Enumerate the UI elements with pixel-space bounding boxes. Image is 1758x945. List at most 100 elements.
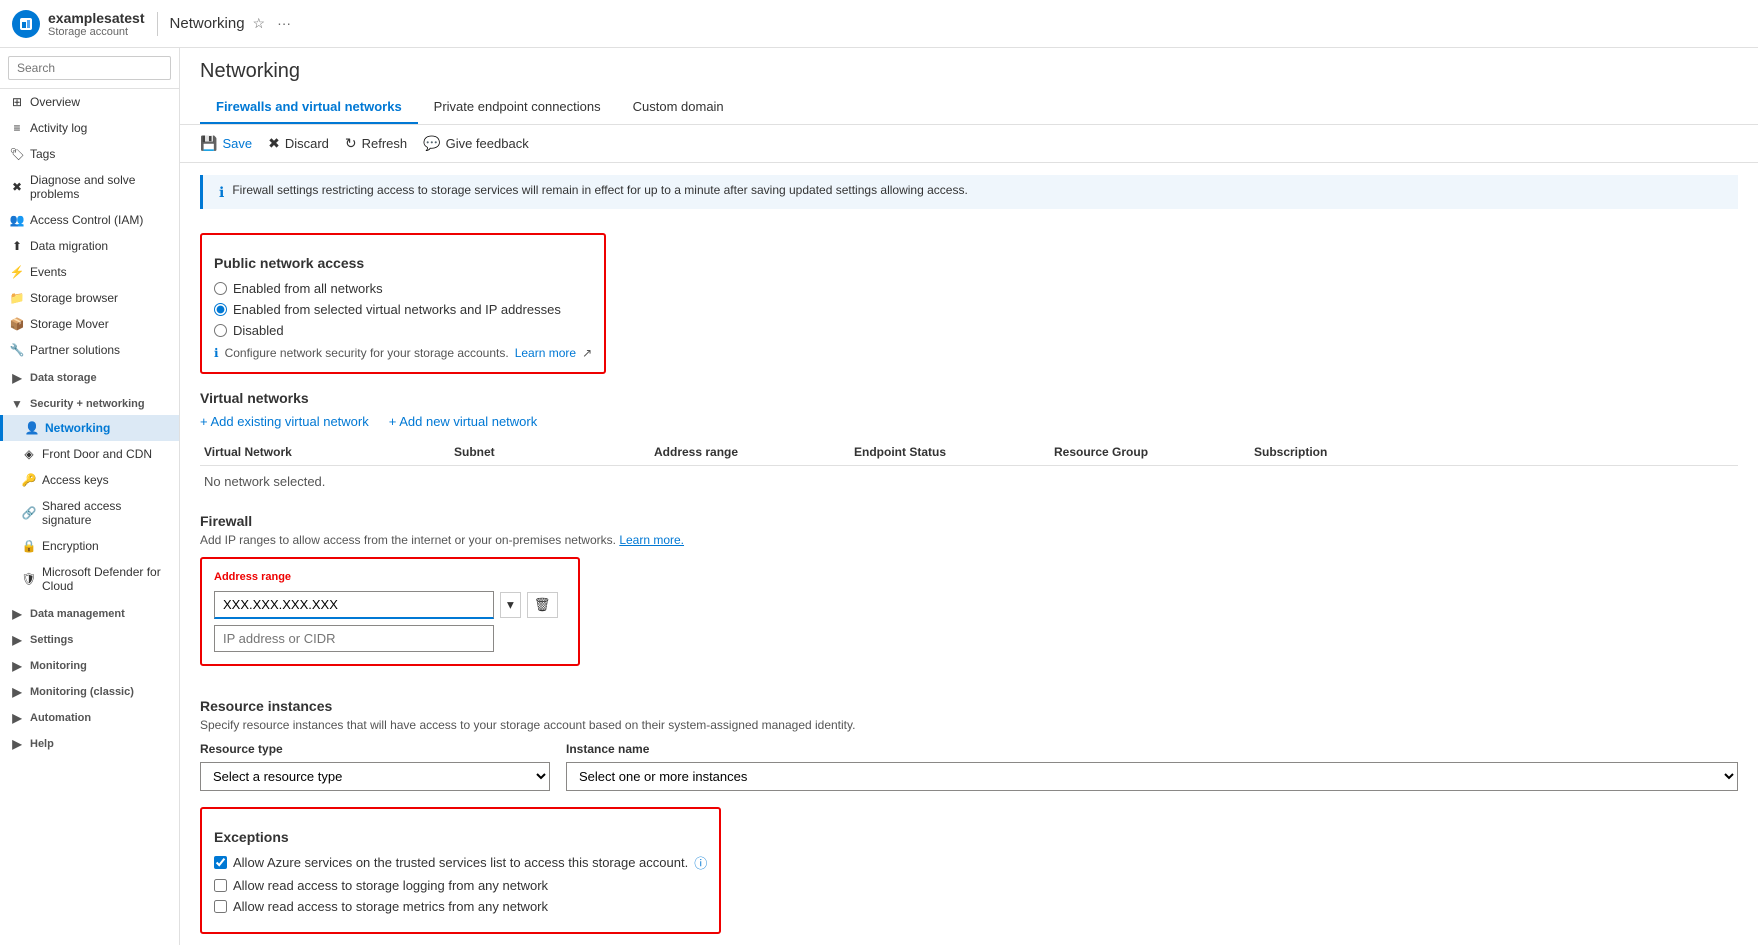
resource-logo	[12, 10, 40, 38]
sidebar-item-label: Events	[30, 265, 67, 279]
security-expand-icon: ▼	[10, 397, 24, 411]
search-input[interactable]	[8, 56, 171, 80]
add-new-vnet-link[interactable]: + Add new virtual network	[389, 414, 538, 429]
address-cidr-input[interactable]	[214, 625, 494, 652]
save-icon: 💾	[200, 135, 217, 152]
sidebar-item-events[interactable]: ⚡ Events	[0, 259, 179, 285]
sidebar-section-help[interactable]: ▶ Help	[0, 729, 179, 755]
sidebar-search-container	[0, 48, 179, 89]
topbar: examplesatest Storage account Networking…	[0, 0, 1758, 48]
info-banner-icon: ℹ	[219, 184, 224, 201]
sidebar-item-label: Automation	[30, 712, 91, 724]
exception-trusted-services[interactable]: Allow Azure services on the trusted serv…	[214, 853, 707, 872]
help-expand-icon: ▶	[10, 737, 24, 751]
info-banner-text: Firewall settings restricting access to …	[232, 183, 967, 197]
sidebar-item-label: Microsoft Defender for Cloud	[42, 565, 169, 593]
access-keys-icon: 🔑	[22, 473, 36, 487]
sidebar-item-access-control[interactable]: 👥 Access Control (IAM)	[0, 207, 179, 233]
sidebar-item-storage-browser[interactable]: 📁 Storage browser	[0, 285, 179, 311]
add-existing-vnet-link[interactable]: + Add existing virtual network	[200, 414, 369, 429]
resource-instances-grid: Resource type Select a resource type Ins…	[200, 742, 1738, 791]
discard-label: Discard	[285, 136, 329, 151]
sidebar-section-automation[interactable]: ▶ Automation	[0, 703, 179, 729]
sidebar-item-label: Tags	[30, 147, 55, 161]
sidebar-section-monitoring[interactable]: ▶ Monitoring	[0, 651, 179, 677]
sidebar-section-monitoring-classic[interactable]: ▶ Monitoring (classic)	[0, 677, 179, 703]
discard-icon: ✖	[268, 135, 280, 152]
instance-name-select[interactable]: Select one or more instances	[566, 762, 1738, 791]
sidebar-item-access-keys[interactable]: 🔑 Access keys	[0, 467, 179, 493]
sidebar-item-label: Partner solutions	[30, 343, 120, 357]
col-resource-group: Resource Group	[1050, 445, 1250, 459]
sidebar-item-partner-solutions[interactable]: 🔧 Partner solutions	[0, 337, 179, 363]
sidebar-item-label: Data management	[30, 608, 125, 620]
events-icon: ⚡	[10, 265, 24, 279]
address-range-dropdown[interactable]: ▾	[500, 592, 521, 618]
public-network-info-note: ℹ Configure network security for your st…	[214, 346, 592, 360]
sidebar-item-label: Front Door and CDN	[42, 447, 152, 461]
sidebar-item-data-migration[interactable]: ⬆ Data migration	[0, 233, 179, 259]
radio-selected-networks[interactable]: Enabled from selected virtual networks a…	[214, 302, 592, 317]
resource-instances-description: Specify resource instances that will hav…	[200, 718, 1738, 732]
partner-solutions-icon: 🔧	[10, 343, 24, 357]
sidebar-item-front-door[interactable]: ◈ Front Door and CDN	[0, 441, 179, 467]
firewall-learn-more-link[interactable]: Learn more.	[619, 533, 684, 547]
resource-instances-section: Resource instances Specify resource inst…	[200, 698, 1738, 791]
page-title: Networking	[200, 60, 1738, 83]
tab-bar: Firewalls and virtual networks Private e…	[200, 91, 1738, 124]
automation-expand-icon: ▶	[10, 711, 24, 725]
resource-type-select[interactable]: Select a resource type	[200, 762, 550, 791]
sidebar-item-activity-log[interactable]: ≡ Activity log	[0, 115, 179, 141]
tags-icon: 🏷	[10, 147, 24, 161]
sidebar-item-encryption[interactable]: 🔒 Encryption	[0, 533, 179, 559]
content-body: Public network access Enabled from all n…	[180, 221, 1758, 945]
tab-private-endpoint[interactable]: Private endpoint connections	[418, 91, 617, 124]
sidebar-item-diagnose[interactable]: ✖ Diagnose and solve problems	[0, 167, 179, 207]
address-secondary-input-row	[214, 625, 566, 652]
star-icon[interactable]: ☆	[253, 15, 266, 32]
virtual-networks-title: Virtual networks	[200, 390, 1738, 406]
shared-access-icon: 🔗	[22, 506, 36, 520]
virtual-networks-section: Virtual networks + Add existing virtual …	[200, 390, 1738, 497]
save-button[interactable]: 💾 Save	[200, 135, 252, 152]
radio-all-networks[interactable]: Enabled from all networks	[214, 281, 592, 296]
discard-button[interactable]: ✖ Discard	[268, 135, 329, 152]
sidebar-item-shared-access[interactable]: 🔗 Shared access signature	[0, 493, 179, 533]
exception-trusted-services-label: Allow Azure services on the trusted serv…	[233, 855, 688, 870]
more-icon[interactable]: ···	[277, 15, 291, 32]
exception-read-metrics-label: Allow read access to storage metrics fro…	[233, 899, 548, 914]
sidebar-item-defender[interactable]: 🛡 Microsoft Defender for Cloud	[0, 559, 179, 599]
tab-firewalls[interactable]: Firewalls and virtual networks	[200, 91, 418, 124]
radio-disabled[interactable]: Disabled	[214, 323, 592, 338]
sidebar-item-overview[interactable]: ⊞ Overview	[0, 89, 179, 115]
feedback-icon: 💬	[423, 135, 440, 152]
refresh-button[interactable]: ↻ Refresh	[345, 135, 407, 152]
public-network-access-options: Enabled from all networks Enabled from s…	[214, 281, 592, 338]
feedback-button[interactable]: 💬 Give feedback	[423, 135, 529, 152]
info-note-icon: ℹ	[214, 346, 219, 360]
sidebar-item-storage-mover[interactable]: 📦 Storage Mover	[0, 311, 179, 337]
instance-name-label: Instance name	[566, 742, 1738, 756]
sidebar-item-tags[interactable]: 🏷 Tags	[0, 141, 179, 167]
exception-read-logging[interactable]: Allow read access to storage logging fro…	[214, 878, 707, 893]
sidebar-item-networking[interactable]: 👤 Networking	[0, 415, 179, 441]
resource-type-col: Resource type Select a resource type	[200, 742, 550, 791]
learn-more-link[interactable]: Learn more	[515, 346, 576, 360]
activity-log-icon: ≡	[10, 121, 24, 135]
monitoring-expand-icon: ▶	[10, 659, 24, 673]
sidebar-section-settings[interactable]: ▶ Settings	[0, 625, 179, 651]
sidebar-item-label: Help	[30, 738, 54, 750]
sidebar-section-data-management[interactable]: ▶ Data management	[0, 599, 179, 625]
address-range-delete[interactable]: 🗑	[527, 592, 558, 618]
address-range-input[interactable]	[214, 591, 494, 619]
exception-read-metrics[interactable]: Allow read access to storage metrics fro…	[214, 899, 707, 914]
save-label: Save	[222, 136, 252, 151]
sidebar-item-label: Access Control (IAM)	[30, 213, 143, 227]
sidebar-section-data-storage[interactable]: ▶ Data storage	[0, 363, 179, 389]
sidebar-item-label: Settings	[30, 634, 73, 646]
sidebar-item-label: Monitoring (classic)	[30, 686, 134, 698]
tab-custom-domain[interactable]: Custom domain	[617, 91, 740, 124]
address-input-row: ▾ 🗑	[214, 591, 566, 619]
resource-type: Storage account	[48, 26, 145, 38]
sidebar-section-security[interactable]: ▼ Security + networking	[0, 389, 179, 415]
